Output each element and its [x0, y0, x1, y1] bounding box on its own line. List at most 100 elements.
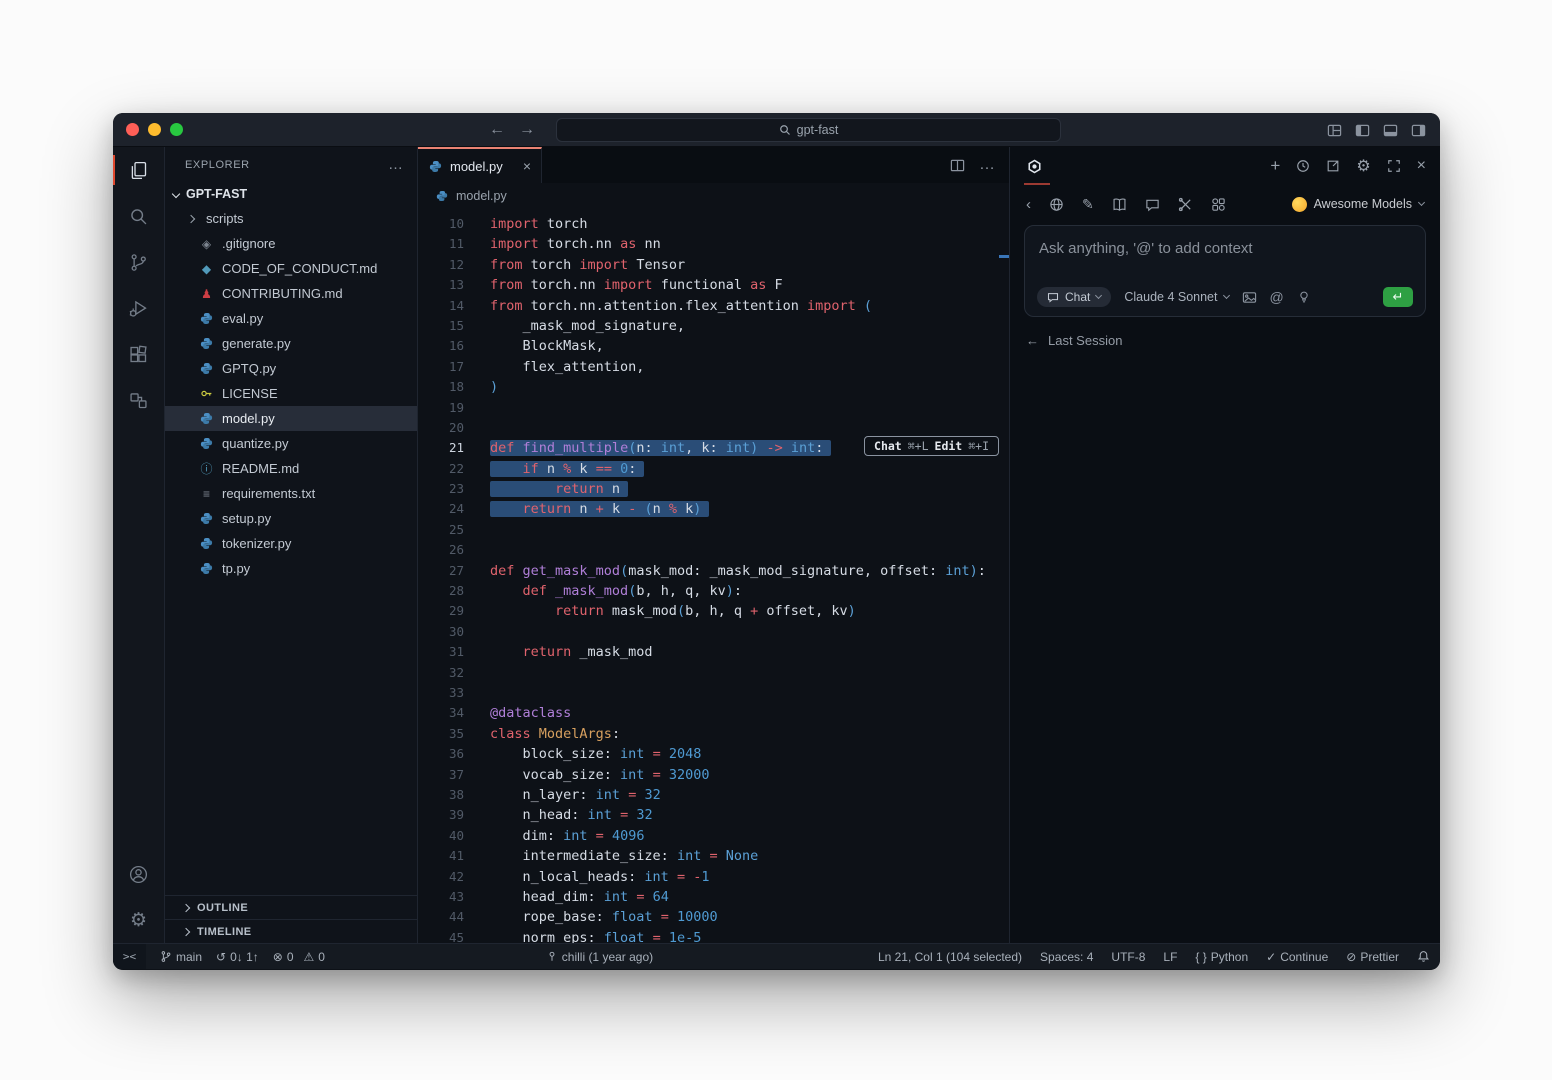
line-number[interactable]: 10 [418, 214, 464, 234]
code-line-44[interactable]: 44rope_base: float = 10000 [418, 907, 1009, 927]
continue-status[interactable]: ✓ Continue [1266, 950, 1328, 964]
timeline-section[interactable]: TIMELINE [165, 919, 417, 943]
remote-explorer-view-icon[interactable] [113, 377, 164, 423]
line-number[interactable]: 13 [418, 275, 464, 295]
command-center-search[interactable]: gpt-fast [556, 118, 1061, 142]
file-row-generate.py[interactable]: generate.py [165, 331, 417, 356]
file-row-README.md[interactable]: ⓘREADME.md [165, 456, 417, 481]
line-number[interactable]: 14 [418, 296, 464, 316]
tree-root-gpt-fast[interactable]: GPT-FAST [165, 182, 417, 206]
line-number[interactable]: 30 [418, 622, 464, 642]
code-line-41[interactable]: 41intermediate_size: int = None [418, 846, 1009, 866]
line-number[interactable]: 22 [418, 459, 464, 479]
line-number[interactable]: 28 [418, 581, 464, 601]
file-row-CONTRIBUTING.md[interactable]: ♟CONTRIBUTING.md [165, 281, 417, 306]
file-row-LICENSE[interactable]: LICENSE [165, 381, 417, 406]
line-number[interactable]: 19 [418, 398, 464, 418]
code-line-19[interactable]: 19 [418, 398, 1009, 418]
code-line-35[interactable]: 35class ModelArgs: [418, 724, 1009, 744]
line-number[interactable]: 40 [418, 826, 464, 846]
code-line-25[interactable]: 25 [418, 520, 1009, 540]
code-line-28[interactable]: 28def _mask_mod(b, h, q, kv): [418, 581, 1009, 601]
file-row-tp.py[interactable]: tp.py [165, 556, 417, 581]
code-line-11[interactable]: 11import torch.nn as nn [418, 234, 1009, 254]
code-line-38[interactable]: 38n_layer: int = 32 [418, 785, 1009, 805]
line-number[interactable]: 39 [418, 805, 464, 825]
notifications-bell[interactable] [1417, 950, 1430, 963]
line-number[interactable]: 45 [418, 928, 464, 943]
code-line-12[interactable]: 12from torch import Tensor [418, 255, 1009, 275]
indentation[interactable]: Spaces: 4 [1040, 950, 1093, 964]
code-line-18[interactable]: 18) [418, 377, 1009, 397]
file-row-eval.py[interactable]: eval.py [165, 306, 417, 331]
explorer-view-icon[interactable] [113, 147, 164, 193]
file-row-CODE_OF_CONDUCT.md[interactable]: ◆CODE_OF_CONDUCT.md [165, 256, 417, 281]
problems-indicator[interactable]: ⊗ 0 ⚠ 0 [273, 950, 325, 964]
chat-action[interactable]: Chat [874, 439, 902, 453]
inline-chat-edit-widget[interactable]: Chat ⌘+L Edit ⌘+I [864, 436, 999, 456]
editor-more-actions-icon[interactable]: … [979, 156, 995, 174]
line-number[interactable]: 42 [418, 867, 464, 887]
line-number[interactable]: 18 [418, 377, 464, 397]
panel-back-icon[interactable]: ‹ [1026, 196, 1031, 213]
line-number[interactable]: 32 [418, 663, 464, 683]
code-line-26[interactable]: 26 [418, 540, 1009, 560]
line-number[interactable]: 37 [418, 765, 464, 785]
breadcrumb[interactable]: model.py [418, 183, 1009, 209]
git-blame-indicator[interactable]: chilli (1 year ago) [546, 950, 653, 964]
code-line-42[interactable]: 42n_local_heads: int = -1 [418, 867, 1009, 887]
code-line-33[interactable]: 33 [418, 683, 1009, 703]
file-row-GPTQ.py[interactable]: GPTQ.py [165, 356, 417, 381]
code-line-23[interactable]: 23return n [418, 479, 1009, 499]
branch-indicator[interactable]: main [160, 950, 202, 964]
toggle-panel-icon[interactable] [1383, 123, 1398, 138]
extensions-view-icon[interactable] [113, 331, 164, 377]
code-line-14[interactable]: 14from torch.nn.attention.flex_attention… [418, 296, 1009, 316]
line-number[interactable]: 31 [418, 642, 464, 662]
line-number[interactable]: 26 [418, 540, 464, 560]
line-number[interactable]: 20 [418, 418, 464, 438]
code-line-32[interactable]: 32 [418, 663, 1009, 683]
continue-logo-icon[interactable] [1026, 147, 1043, 185]
line-number[interactable]: 36 [418, 744, 464, 764]
file-row-.gitignore[interactable]: ◈.gitignore [165, 231, 417, 256]
code-line-27[interactable]: 27def get_mask_mod(mask_mod: _mask_mod_s… [418, 561, 1009, 581]
close-window-button[interactable] [126, 123, 139, 136]
line-number[interactable]: 24 [418, 499, 464, 519]
line-number[interactable]: 17 [418, 357, 464, 377]
file-row-requirements.txt[interactable]: ≡requirements.txt [165, 481, 417, 506]
minimize-window-button[interactable] [148, 123, 161, 136]
source-control-view-icon[interactable] [113, 239, 164, 285]
file-row-model.py[interactable]: model.py [165, 406, 417, 431]
send-button[interactable]: ↵ [1383, 287, 1413, 307]
history-icon[interactable] [1296, 159, 1310, 173]
history-back-button[interactable]: ← [489, 121, 505, 139]
code-line-34[interactable]: 34@dataclass [418, 703, 1009, 723]
panel-settings-gear-icon[interactable]: ⚙ [1356, 156, 1370, 176]
language-mode[interactable]: { } Python [1195, 950, 1248, 964]
line-number[interactable]: 43 [418, 887, 464, 907]
settings-gear-icon[interactable]: ⚙ [113, 897, 164, 943]
code-line-16[interactable]: 16BlockMask, [418, 336, 1009, 356]
accounts-icon[interactable] [113, 851, 164, 897]
code-line-31[interactable]: 31return _mask_mod [418, 642, 1009, 662]
code-line-39[interactable]: 39n_head: int = 32 [418, 805, 1009, 825]
line-number[interactable]: 21 [418, 438, 464, 458]
toggle-primary-sidebar-icon[interactable] [1355, 123, 1370, 138]
zoom-window-button[interactable] [170, 123, 183, 136]
line-number[interactable]: 29 [418, 601, 464, 621]
split-editor-icon[interactable] [950, 158, 965, 173]
edit-action[interactable]: Edit [935, 439, 963, 453]
code-line-10[interactable]: 10import torch [418, 214, 1009, 234]
chat-input[interactable]: Ask anything, '@' to add context Chat Cl… [1024, 225, 1426, 317]
tools-icon[interactable] [1178, 197, 1193, 212]
add-context-at-icon[interactable]: @ [1270, 289, 1284, 305]
prettier-status[interactable]: ⊘ Prettier [1346, 950, 1399, 964]
code-line-36[interactable]: 36block_size: int = 2048 [418, 744, 1009, 764]
line-number[interactable]: 27 [418, 561, 464, 581]
line-number[interactable]: 41 [418, 846, 464, 866]
line-number[interactable]: 35 [418, 724, 464, 744]
model-selector[interactable]: Claude 4 Sonnet [1124, 290, 1228, 304]
run-debug-view-icon[interactable] [113, 285, 164, 331]
line-number[interactable]: 16 [418, 336, 464, 356]
